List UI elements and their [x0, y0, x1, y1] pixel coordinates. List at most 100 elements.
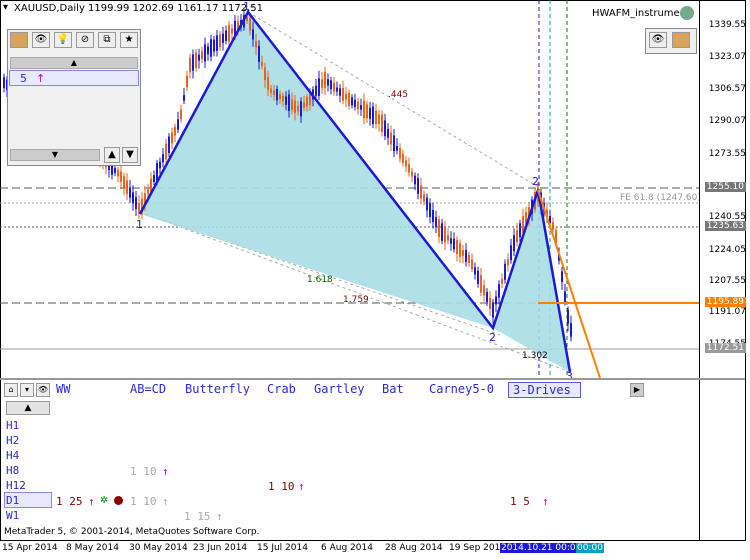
- candle-body: [195, 52, 197, 68]
- candle-body: [177, 119, 179, 130]
- home-icon[interactable]: ⌂: [4, 383, 18, 397]
- candle-body: [333, 82, 335, 92]
- tab-abcd[interactable]: AB=CD: [130, 382, 166, 396]
- candle-body: [414, 175, 416, 185]
- date-label-cursor-2: 00:00: [576, 543, 604, 553]
- status-dot-icon: [114, 496, 123, 505]
- panel-right-arrow[interactable]: ▶: [630, 383, 644, 397]
- candle-body: [399, 148, 401, 159]
- folder-icon[interactable]: [10, 32, 28, 48]
- price-1195: 1195.89: [704, 297, 746, 307]
- cell-d1-value: 1 25: [56, 495, 83, 508]
- dropdown-icon[interactable]: ▾: [20, 383, 34, 397]
- candle-body: [471, 259, 473, 270]
- candle-body: [444, 227, 446, 243]
- candle-body: [504, 263, 506, 280]
- candle-body: [219, 34, 221, 47]
- candle-body: [135, 197, 137, 209]
- candle-body: [327, 79, 329, 86]
- candle-body: [459, 243, 461, 257]
- date-label-7: 28 Aug 2014: [385, 543, 443, 553]
- tab-ww[interactable]: WW: [56, 382, 70, 396]
- page-down-button[interactable]: ▼: [122, 147, 138, 163]
- candle-body: [336, 87, 338, 92]
- panel-separator[interactable]: [0, 378, 745, 380]
- clear-icon[interactable]: ⊘: [76, 32, 94, 48]
- timeframe-w1[interactable]: W1: [6, 509, 19, 522]
- candle-body: [495, 296, 497, 305]
- candle-body: [423, 194, 425, 202]
- candle-body: [564, 291, 566, 303]
- candle-body: [288, 94, 290, 111]
- candle-body: [222, 33, 224, 43]
- candle-body: [477, 270, 479, 284]
- timeframe-h4[interactable]: H4: [6, 449, 19, 462]
- timeframe-h8[interactable]: H8: [6, 464, 19, 477]
- timeframe-h1[interactable]: H1: [6, 419, 19, 432]
- timeframe-h2[interactable]: H2: [6, 434, 19, 447]
- scroll-down-button[interactable]: ▼: [10, 149, 100, 161]
- candle-body: [441, 223, 443, 241]
- bottom-toolbar: ⌂ ▾ 👁: [4, 383, 52, 397]
- candle-body: [153, 175, 155, 182]
- date-label-4: 23 Jun 2014: [193, 543, 248, 553]
- date-label-3: 30 May 2014: [129, 543, 188, 553]
- price-1207: 1207.55: [708, 276, 746, 286]
- candle-body: [372, 106, 374, 125]
- price-1255: 1255.10: [704, 182, 746, 192]
- tab-3-drives[interactable]: 3-Drives: [508, 382, 581, 398]
- candle-body: [165, 143, 167, 160]
- cell-d1-value-3: 1 5: [510, 495, 530, 508]
- candle-body: [516, 230, 518, 243]
- tab-crab[interactable]: Crab: [267, 382, 296, 396]
- selected-row[interactable]: 5 ↑: [9, 70, 139, 86]
- up-arrow-icon: ↑: [542, 495, 549, 508]
- tab-butterfly[interactable]: Butterfly: [185, 382, 250, 396]
- bulb-icon[interactable]: 💡: [54, 32, 72, 48]
- candle-body: [381, 114, 383, 132]
- candle-body: [510, 245, 512, 261]
- candle-body: [366, 104, 368, 119]
- candle-body: [318, 78, 320, 96]
- eye-icon[interactable]: 👁: [649, 32, 667, 48]
- cell-d1-value-2: 1 10: [130, 495, 157, 508]
- timeframe-h12[interactable]: H12: [6, 479, 26, 492]
- candle-body: [339, 88, 341, 96]
- ratio-1618: 1.618: [307, 275, 333, 285]
- candle-body: [486, 291, 488, 302]
- candle-body: [276, 88, 278, 101]
- star-icon[interactable]: ★: [120, 32, 138, 48]
- indicator-buttons-panel: 👁: [645, 28, 697, 54]
- timeframe-scroll-up[interactable]: ▲: [6, 401, 50, 415]
- eye-icon[interactable]: 👁: [36, 383, 50, 397]
- candle-body: [429, 203, 431, 217]
- tab-carney[interactable]: Carney5-0: [429, 382, 494, 396]
- candle-body: [345, 93, 347, 100]
- gear-icon[interactable]: [680, 6, 694, 20]
- date-label-6: 6 Aug 2014: [321, 543, 373, 553]
- candle-body: [132, 192, 134, 204]
- copy-icon[interactable]: ⧉: [98, 32, 116, 48]
- candle-body: [369, 107, 371, 119]
- cell-w1-value: 1 15: [184, 510, 211, 523]
- candle-body: [420, 185, 422, 199]
- timeframe-d1[interactable]: D1: [6, 494, 19, 507]
- candle-body: [264, 67, 266, 81]
- candle-body: [261, 61, 263, 66]
- candle-body: [342, 87, 344, 101]
- scroll-up-button[interactable]: ▲: [10, 57, 138, 69]
- tab-gartley[interactable]: Gartley: [314, 382, 365, 396]
- candle-body: [324, 71, 326, 89]
- price-1273: 1273.55: [708, 149, 746, 159]
- eye-icon[interactable]: 👁: [32, 32, 50, 48]
- price-1224: 1224.05: [708, 245, 746, 255]
- up-arrow-icon: ↑: [298, 480, 305, 493]
- date-label-2: 8 May 2014: [66, 543, 119, 553]
- folder-icon[interactable]: [672, 32, 690, 48]
- candle-body: [168, 136, 170, 154]
- candle-body: [156, 163, 158, 181]
- page-up-button[interactable]: ▲: [104, 147, 120, 163]
- candle-body: [321, 79, 323, 88]
- date-label-8: 19 Sep 2014: [449, 543, 507, 553]
- tab-bat[interactable]: Bat: [382, 382, 404, 396]
